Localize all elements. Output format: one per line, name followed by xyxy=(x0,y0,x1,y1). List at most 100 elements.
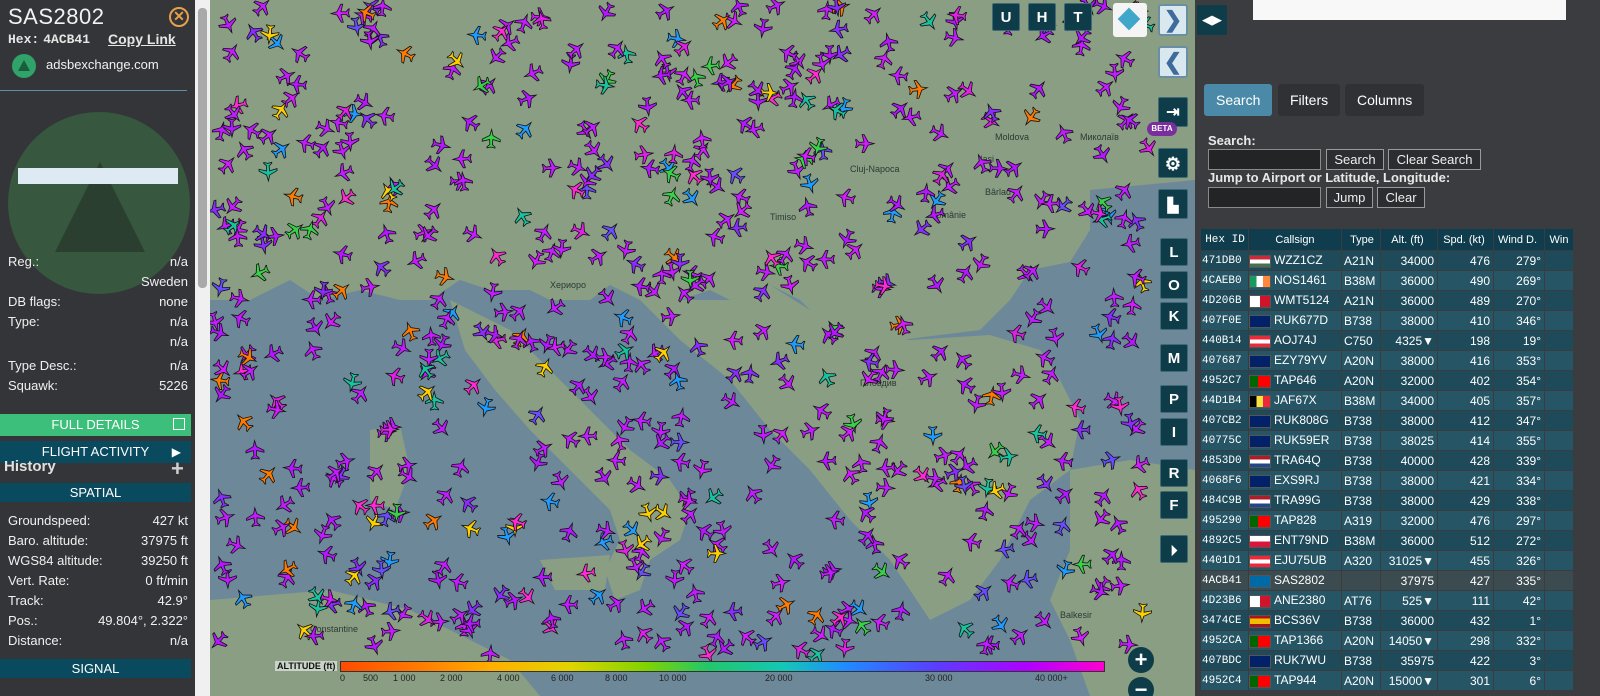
plus-icon[interactable]: + xyxy=(171,456,184,482)
place-label: Ваlkesir xyxy=(1060,610,1092,620)
column-hex-id[interactable]: Hex ID xyxy=(1201,229,1248,250)
chevron-left-icon[interactable]: ❮ xyxy=(1158,46,1188,78)
jump-button[interactable]: Jump xyxy=(1326,187,1373,208)
table-row[interactable]: 407BDC RUK7WU B738 35975 422 3° xyxy=(1201,651,1573,670)
cell-wind-partial xyxy=(1545,651,1573,670)
map-button-t[interactable]: T xyxy=(1064,3,1092,31)
column-wind-direction[interactable]: Wind D. xyxy=(1494,229,1544,250)
map-button-h[interactable]: H xyxy=(1028,3,1056,31)
table-row[interactable]: 4952C4 TAP944 A20N 15000▼ 301 6° xyxy=(1201,671,1573,690)
table-row[interactable]: 4952C7 TAP646 A20N 32000 402 354° xyxy=(1201,371,1573,390)
source-name[interactable]: adsbexchange.com xyxy=(46,57,159,72)
tab-columns[interactable]: Columns xyxy=(1345,84,1425,116)
column-speed[interactable]: Spd. (kt) xyxy=(1438,229,1493,250)
table-row[interactable]: 4CAEB0 NOS1461 B38M 36000 490 269° xyxy=(1201,271,1573,290)
map-button-f[interactable]: F xyxy=(1160,491,1188,519)
detail-key: DB flags: xyxy=(8,294,61,309)
replay-icon[interactable]: ⏵ xyxy=(1160,535,1188,563)
table-row[interactable]: 44D1B4 JAF67X B38M 34000 405 357° xyxy=(1201,391,1573,410)
cell-wind-direction: 339° xyxy=(1494,451,1544,470)
scrollbar-thumb[interactable] xyxy=(198,8,207,288)
cell-callsign: ANE2380 xyxy=(1249,591,1341,610)
cell-speed: 410 xyxy=(1438,311,1493,330)
flag-poland-icon xyxy=(1249,534,1271,548)
cell-wind-partial xyxy=(1545,391,1573,410)
table-row[interactable]: 407F0E RUK677D B738 38000 410 346° xyxy=(1201,311,1573,330)
jump-input[interactable] xyxy=(1208,187,1321,208)
table-row[interactable]: 4D23B6 ANE2380 AT76 525▼ 111 42° xyxy=(1201,591,1573,610)
tab-filters[interactable]: Filters xyxy=(1278,84,1341,116)
cell-wind-direction: 354° xyxy=(1494,371,1544,390)
cell-callsign: EZY79YV xyxy=(1249,351,1341,370)
column-wind-partial[interactable]: Win xyxy=(1545,229,1573,250)
spatial-section-header[interactable]: SPATIAL xyxy=(0,483,191,502)
table-row[interactable]: 4068F6 EXS9RJ B738 38000 421 334° xyxy=(1201,471,1573,490)
map-button-p[interactable]: P xyxy=(1160,385,1188,413)
table-row-selected[interactable]: 4ACB41 SAS2802 37975 427 335° xyxy=(1201,571,1573,590)
flag-belgium-icon xyxy=(1249,394,1271,408)
map-button-k[interactable]: K xyxy=(1160,302,1188,330)
cell-hex-id: 4CAEB0 xyxy=(1201,271,1248,290)
full-details-button[interactable]: FULL DETAILS xyxy=(0,414,191,436)
cell-hex-id: 40775C xyxy=(1201,431,1248,450)
zoom-out-button[interactable]: − xyxy=(1128,677,1154,696)
flag-netherlands-icon xyxy=(1249,454,1271,468)
map-button-m[interactable]: M xyxy=(1160,344,1188,372)
detail-key: Groundspeed: xyxy=(8,513,91,528)
table-row[interactable]: 3474CE BCS36V B738 36000 432 1° xyxy=(1201,611,1573,630)
map-button-r[interactable]: R xyxy=(1160,459,1188,487)
table-row[interactable]: 471DB0 WZZ1CZ A21N 34000 476 279° xyxy=(1201,251,1573,270)
column-type[interactable]: Type xyxy=(1342,229,1380,250)
copy-link[interactable]: Copy Link xyxy=(108,31,176,47)
layers-icon[interactable] xyxy=(1113,3,1147,37)
zoom-in-button[interactable]: + xyxy=(1128,647,1154,673)
table-row[interactable]: 407687 EZY79YV A20N 38000 416 353° xyxy=(1201,351,1573,370)
expand-collapse-icon[interactable]: ◀▶ xyxy=(1197,5,1227,35)
cell-altitude: 38000 xyxy=(1381,471,1437,490)
tab-search[interactable]: Search xyxy=(1204,84,1273,116)
ranking-icon[interactable]: ▙ xyxy=(1158,189,1188,219)
search-button[interactable]: Search xyxy=(1326,149,1384,170)
table-row[interactable]: 495290 TAP828 A319 32000 476 297° xyxy=(1201,511,1573,530)
map-button-i[interactable]: I xyxy=(1160,418,1188,446)
table-row[interactable]: 4892C5 ENT79ND B38M 36000 512 272° xyxy=(1201,531,1573,550)
map-button-u[interactable]: U xyxy=(992,3,1020,31)
map-button-l[interactable]: L xyxy=(1160,238,1188,266)
cell-callsign: RUK677D xyxy=(1249,311,1341,330)
settings-gear-icon[interactable]: ⚙ xyxy=(1158,148,1188,178)
cell-callsign: TRA64Q xyxy=(1249,451,1341,470)
cell-speed: 490 xyxy=(1438,271,1493,290)
signal-section-header[interactable]: SIGNAL xyxy=(0,659,191,678)
callsign-text: JAF67X xyxy=(1274,393,1317,408)
hex-label: Hex: xyxy=(8,32,40,47)
cell-speed: 111 xyxy=(1438,591,1493,610)
column-callsign[interactable]: Callsign xyxy=(1249,229,1341,250)
flight-map[interactable]: Cluj-Napoca Românie Пловдив Constantine Ваlk… xyxy=(210,0,1195,696)
column-altitude[interactable]: Alt. (ft) xyxy=(1381,229,1437,250)
table-row[interactable]: 4853D0 TRA64Q B738 40000 428 339° xyxy=(1201,451,1573,470)
callsign-text: AOJ74J xyxy=(1274,333,1317,348)
table-row[interactable]: 4D206B WMT5124 A21N 36000 489 270° xyxy=(1201,291,1573,310)
flag-netherlands-icon xyxy=(1249,494,1271,508)
table-row[interactable]: 4401D1 EJU75UB A320 31025▼ 455 326° xyxy=(1201,551,1573,570)
table-row[interactable]: 440B14 AOJ74J C750 4325▼ 198 19° xyxy=(1201,331,1573,350)
clear-search-button[interactable]: Clear Search xyxy=(1388,149,1481,170)
search-input[interactable] xyxy=(1208,149,1321,170)
chevron-right-icon[interactable]: ❯ xyxy=(1158,4,1188,36)
left-panel-scrollbar[interactable] xyxy=(195,0,210,696)
cell-wind-partial xyxy=(1545,451,1573,470)
cell-callsign: TAP646 xyxy=(1249,371,1341,390)
close-icon[interactable]: ✕ xyxy=(169,7,189,27)
table-row[interactable]: 407CB2 RUK808G B738 38000 412 347° xyxy=(1201,411,1573,430)
place-label: Moldova xyxy=(995,132,1029,142)
table-row[interactable]: 40775C RUK59ER B738 38025 414 355° xyxy=(1201,431,1573,450)
map-canvas[interactable]: Cluj-NapocaRomânieПловдивConstantineВаlk… xyxy=(210,0,1195,696)
clear-button[interactable]: Clear xyxy=(1377,187,1425,208)
table-row[interactable]: 484C9B TRA99G B738 38000 429 338° xyxy=(1201,491,1573,510)
cell-altitude: 38000 xyxy=(1381,411,1437,430)
flag-sweden-icon xyxy=(1249,574,1271,588)
cell-callsign: JAF67X xyxy=(1249,391,1341,410)
table-row[interactable]: 4952CA TAP1366 A20N 14050▼ 298 332° xyxy=(1201,631,1573,650)
flag-hungary-icon xyxy=(1249,254,1271,268)
map-button-o[interactable]: O xyxy=(1160,271,1188,299)
